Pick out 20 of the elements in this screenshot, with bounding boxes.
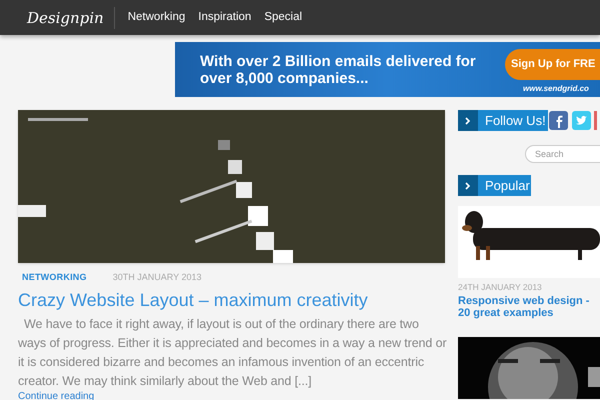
post-title[interactable]: Crazy Website Layout – maximum creativity: [18, 288, 445, 312]
nav-link[interactable]: Networking: [128, 8, 186, 26]
post-excerpt: We have to face it right away, if layout is out of the ordinary there are two ways of progress. Either it is appreciated and becomes in a way a new trend or it is considered bizarre and becomes an infamous invention of an eccentric creator. We may think similarly about the Web and [...]: [18, 316, 448, 390]
follow-us-button[interactable]: Follow Us!: [458, 110, 548, 131]
nav-link[interactable]: Special: [264, 8, 302, 26]
facebook-icon[interactable]: [549, 111, 568, 130]
ad-url: www.sendgrid.co: [523, 83, 589, 95]
category-link[interactable]: NETWORKING: [22, 271, 87, 284]
post-date: 24TH JANUARY 2013: [458, 281, 543, 294]
post-title[interactable]: Responsive web design - 20 great examples: [458, 294, 600, 319]
ad-banner[interactable]: With over 2 Billion emails delivered for over 8,000 companies... Sign Up for FRE www.sendgrid.co: [175, 42, 600, 97]
popular-heading: Popular: [458, 175, 531, 196]
logo[interactable]: Designpin: [27, 6, 115, 28]
nav-link[interactable]: Inspiration: [198, 8, 252, 26]
chevron-icon: [458, 175, 478, 196]
search-field[interactable]: Search: [525, 145, 600, 163]
ad-headline: With over 2 Billion emails delivered for over 8,000 companies...: [200, 53, 477, 89]
post-date: 30TH JANUARY 2013: [112, 271, 202, 284]
chevron-icon: [458, 110, 478, 131]
sign-up-button[interactable]: Sign Up for FRE: [505, 49, 600, 80]
